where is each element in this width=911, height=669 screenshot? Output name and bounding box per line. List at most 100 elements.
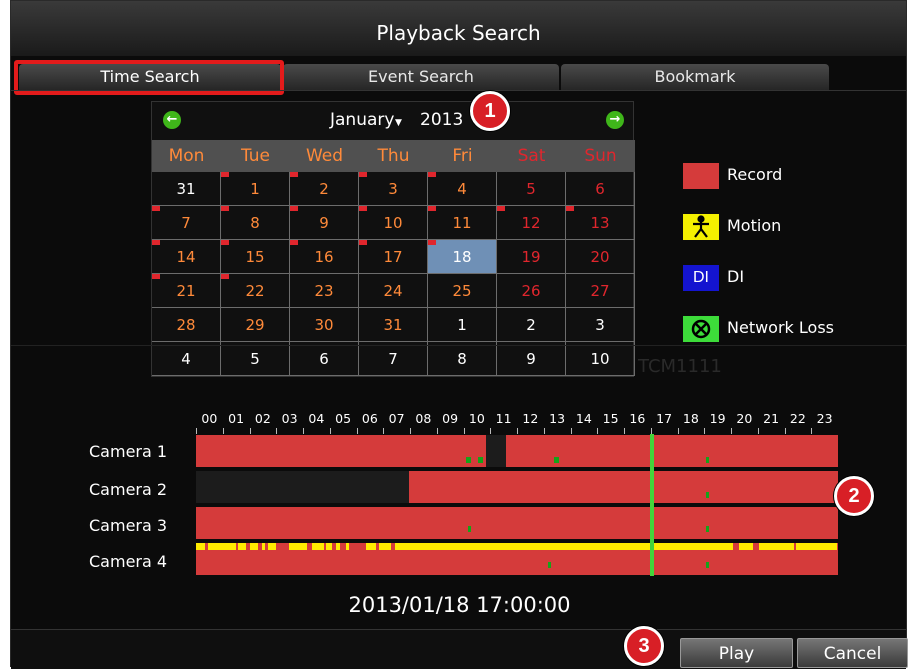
calendar-day[interactable]: 15 (221, 240, 290, 274)
calendar-day[interactable]: 9 (497, 342, 566, 376)
event-mark (466, 457, 471, 463)
record-flag (359, 172, 367, 177)
weekday-sun: Sun (566, 140, 635, 172)
calendar-day-number: 8 (457, 350, 467, 368)
calendar-day[interactable]: 3 (359, 172, 428, 206)
calendar-day-number: 9 (319, 214, 329, 232)
calendar-day[interactable]: 31 (152, 172, 221, 206)
next-month-icon[interactable]: → (606, 111, 624, 129)
calendar-day[interactable]: 5 (497, 172, 566, 206)
di-icon: DI (683, 265, 719, 291)
event-mark (706, 457, 709, 463)
background-divider (11, 345, 906, 346)
play-button[interactable]: Play (680, 638, 793, 668)
calendar-day-number: 9 (526, 350, 536, 368)
weekday-sat: Sat (497, 140, 566, 172)
calendar-day[interactable]: 10 (359, 206, 428, 240)
record-flag (290, 172, 298, 177)
time-cursor[interactable] (650, 434, 654, 576)
calendar-day[interactable]: 4 (152, 342, 221, 376)
motion-segment (336, 543, 340, 550)
calendar-day[interactable]: 6 (290, 342, 359, 376)
camera-4-track[interactable] (196, 543, 838, 575)
calendar-day-number: 1 (457, 316, 467, 334)
calendar-day-number: 6 (595, 180, 605, 198)
calendar-day[interactable]: 8 (428, 342, 497, 376)
motion-gap (733, 543, 739, 550)
calendar-day[interactable]: 3 (566, 308, 635, 342)
hour-tick (757, 428, 759, 434)
calendar-day[interactable]: 12 (497, 206, 566, 240)
hour-label: 06 (361, 411, 378, 426)
calendar-day[interactable]: 28 (152, 308, 221, 342)
calendar-day[interactable]: 9 (290, 206, 359, 240)
camera-1-track[interactable] (196, 435, 838, 467)
calendar-day-number: 10 (383, 214, 403, 232)
calendar-day[interactable]: 16 (290, 240, 359, 274)
calendar-day[interactable]: 23 (290, 274, 359, 308)
hour-label: 12 (522, 411, 539, 426)
calendar-day[interactable]: 4 (428, 172, 497, 206)
calendar-day[interactable]: 14 (152, 240, 221, 274)
network-loss-icon (683, 316, 719, 342)
motion-segment (312, 543, 324, 550)
calendar-day[interactable]: 27 (566, 274, 635, 308)
record-flag (359, 206, 367, 211)
calendar-day[interactable]: 30 (290, 308, 359, 342)
calendar-day-number: 5 (250, 350, 260, 368)
tab-bookmark[interactable]: Bookmark (561, 64, 829, 90)
cancel-button[interactable]: Cancel (797, 638, 908, 668)
year-select[interactable]: 2013 (420, 110, 463, 130)
tab-event-search[interactable]: Event Search (283, 64, 559, 90)
calendar-day[interactable]: 21 (152, 274, 221, 308)
hour-label: 00 (201, 411, 218, 426)
chevron-down-icon[interactable]: ▼ (395, 118, 402, 128)
hour-tick (356, 428, 358, 434)
legend-di-label: DI (727, 267, 745, 286)
title-bar: Playback Search (11, 1, 906, 56)
weekday-thu: Thu (359, 140, 428, 172)
calendar-day[interactable]: 25 (428, 274, 497, 308)
event-mark (706, 526, 709, 532)
calendar-day-number: 1 (250, 180, 260, 198)
calendar-day[interactable]: 20 (566, 240, 635, 274)
calendar-day[interactable]: 31 (359, 308, 428, 342)
calendar-day[interactable]: 1 (221, 172, 290, 206)
calendar-day[interactable]: 11 (428, 206, 497, 240)
hour-tick (196, 428, 197, 434)
motion-segment (250, 543, 258, 550)
calendar-day[interactable]: 7 (152, 206, 221, 240)
calendar-day-number: 17 (383, 248, 403, 266)
calendar-day[interactable]: 29 (221, 308, 290, 342)
calendar-day[interactable]: 26 (497, 274, 566, 308)
calendar-day[interactable]: 19 (497, 240, 566, 274)
calendar-day[interactable]: 1 (428, 308, 497, 342)
calendar-day-number: 31 (383, 316, 403, 334)
calendar-day[interactable]: 18 (428, 240, 497, 274)
calendar-day[interactable]: 24 (359, 274, 428, 308)
calendar-day[interactable]: 8 (221, 206, 290, 240)
record-flag (221, 172, 229, 177)
callout-1: 1 (470, 91, 510, 131)
calendar-day-number: 10 (590, 350, 610, 368)
calendar-day[interactable]: 13 (566, 206, 635, 240)
calendar-day[interactable]: 22 (221, 274, 290, 308)
calendar-day[interactable]: 10 (566, 342, 635, 376)
calendar-day[interactable]: 7 (359, 342, 428, 376)
hour-label: 08 (415, 411, 432, 426)
hour-label: 10 (468, 411, 485, 426)
camera-3-label: Camera 3 (89, 516, 168, 535)
calendar-day[interactable]: 5 (221, 342, 290, 376)
hour-label: 21 (763, 411, 780, 426)
calendar-day[interactable]: 17 (359, 240, 428, 274)
calendar-day[interactable]: 2 (290, 172, 359, 206)
calendar-day-number: 19 (521, 248, 541, 266)
calendar: ← January ▼ 2013 → Mon Tue Wed Thu Fri Sat Sun… (151, 101, 635, 377)
calendar-day[interactable]: 6 (566, 172, 635, 206)
camera-2-track[interactable] (196, 471, 838, 503)
month-select[interactable]: January (330, 110, 394, 130)
record-flag (566, 206, 574, 211)
camera-3-track[interactable] (196, 507, 838, 539)
prev-month-icon[interactable]: ← (163, 111, 181, 129)
calendar-day[interactable]: 2 (497, 308, 566, 342)
